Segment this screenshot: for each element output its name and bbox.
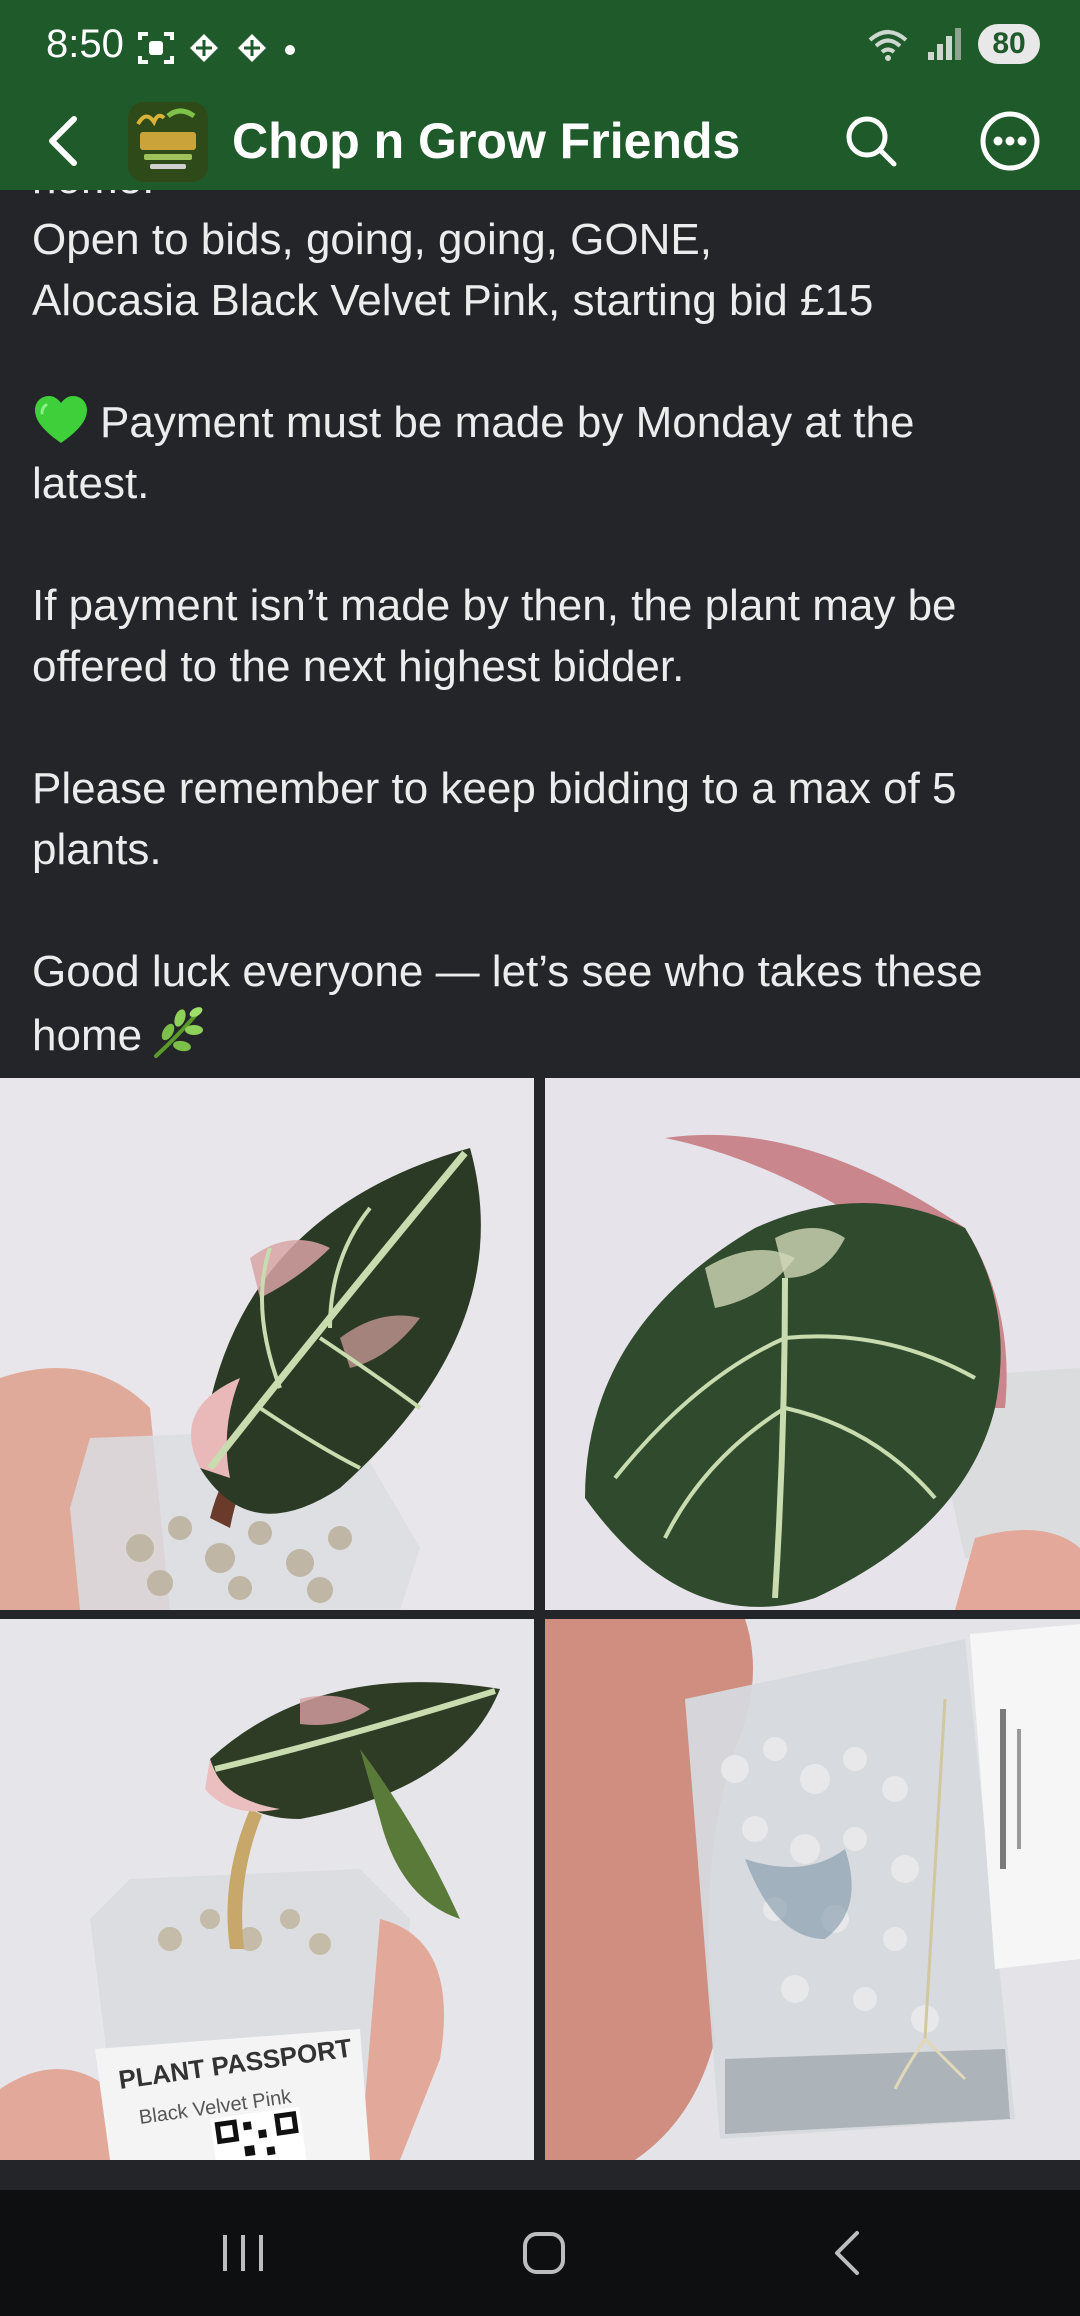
app-notification-icon bbox=[238, 34, 266, 62]
post-photo-4[interactable] bbox=[545, 1619, 1080, 2160]
post-line: Alocasia Black Velvet Pink, starting bid… bbox=[32, 276, 874, 325]
post-line: home. bbox=[32, 190, 154, 203]
notification-icons bbox=[136, 28, 300, 68]
post-paragraph: Payment must be made by Monday at the la… bbox=[32, 392, 1052, 514]
post-paragraph: If payment isn’t made by then, the plant… bbox=[32, 575, 1052, 697]
status-bar: 8:50 80 bbox=[0, 0, 1080, 96]
battery-indicator: 80 bbox=[978, 24, 1040, 64]
post-paragraph: home. Open to bids, going, going, GONE, … bbox=[32, 190, 1052, 331]
post-line: Payment must be made by Monday at the bbox=[100, 398, 915, 447]
back-button[interactable] bbox=[36, 106, 90, 176]
signal-icon bbox=[928, 28, 961, 60]
post-line: Good luck everyone — let’s see who takes… bbox=[32, 947, 983, 996]
photo-grid: PLANT PASSPORT Black Velvet Pink bbox=[0, 1078, 1080, 2160]
post-line: offered to the next highest bidder. bbox=[32, 642, 685, 691]
post-paragraph: Please remember to keep bidding to a max… bbox=[32, 758, 1052, 880]
system-back-button[interactable] bbox=[802, 2220, 892, 2286]
herb-icon bbox=[154, 1007, 204, 1058]
group-title[interactable]: Chop n Grow Friends bbox=[232, 106, 740, 176]
plant-photo-image bbox=[545, 1619, 1080, 2160]
plant-photo-image bbox=[0, 1078, 534, 1610]
recent-apps-icon bbox=[223, 2235, 263, 2271]
screenshot-icon bbox=[138, 32, 174, 64]
post-line: Please remember to keep bidding to a max… bbox=[32, 764, 957, 813]
search-button[interactable] bbox=[838, 106, 904, 176]
post-photo-3[interactable]: PLANT PASSPORT Black Velvet Pink bbox=[0, 1619, 534, 2160]
post-line: latest. bbox=[32, 459, 150, 508]
recent-apps-button[interactable] bbox=[198, 2220, 288, 2286]
group-header: Chop n Grow Friends bbox=[0, 96, 1080, 190]
group-logo-image bbox=[128, 102, 208, 182]
post-line: If payment isn’t made by then, the plant… bbox=[32, 581, 957, 630]
system-icons: 80 bbox=[866, 24, 1040, 64]
wifi-icon bbox=[868, 30, 908, 61]
post-paragraph: Good luck everyone — let’s see who takes… bbox=[32, 941, 1052, 1066]
home-icon bbox=[523, 2232, 565, 2274]
post-text: home. Open to bids, going, going, GONE, … bbox=[32, 190, 1052, 1078]
plant-photo-image: PLANT PASSPORT Black Velvet Pink bbox=[0, 1619, 534, 2160]
more-options-icon bbox=[980, 111, 1040, 171]
battery-level: 80 bbox=[992, 27, 1026, 60]
post-photo-1[interactable] bbox=[0, 1078, 534, 1610]
top-bar: 8:50 80 Chop n Grow Friends bbox=[0, 0, 1080, 190]
back-arrow-icon bbox=[835, 2231, 859, 2275]
green-heart-icon bbox=[35, 396, 87, 443]
home-button[interactable] bbox=[499, 2220, 589, 2286]
app-notification-icon bbox=[190, 34, 218, 62]
group-avatar[interactable] bbox=[128, 102, 208, 182]
post-line: plants. bbox=[32, 825, 162, 874]
status-time: 8:50 bbox=[46, 22, 124, 66]
post-body: home. Open to bids, going, going, GONE, … bbox=[0, 190, 1080, 1078]
post-photo-2[interactable] bbox=[545, 1078, 1080, 1610]
post-line: Open to bids, going, going, GONE, bbox=[32, 215, 712, 264]
plant-photo-image bbox=[545, 1078, 1080, 1610]
system-navigation-bar bbox=[0, 2190, 1080, 2316]
post-line: home bbox=[32, 1011, 143, 1060]
chevron-left-icon bbox=[49, 116, 77, 166]
more-options-button[interactable] bbox=[976, 104, 1044, 178]
more-notifications-dot-icon bbox=[285, 45, 295, 55]
search-icon bbox=[846, 116, 897, 167]
